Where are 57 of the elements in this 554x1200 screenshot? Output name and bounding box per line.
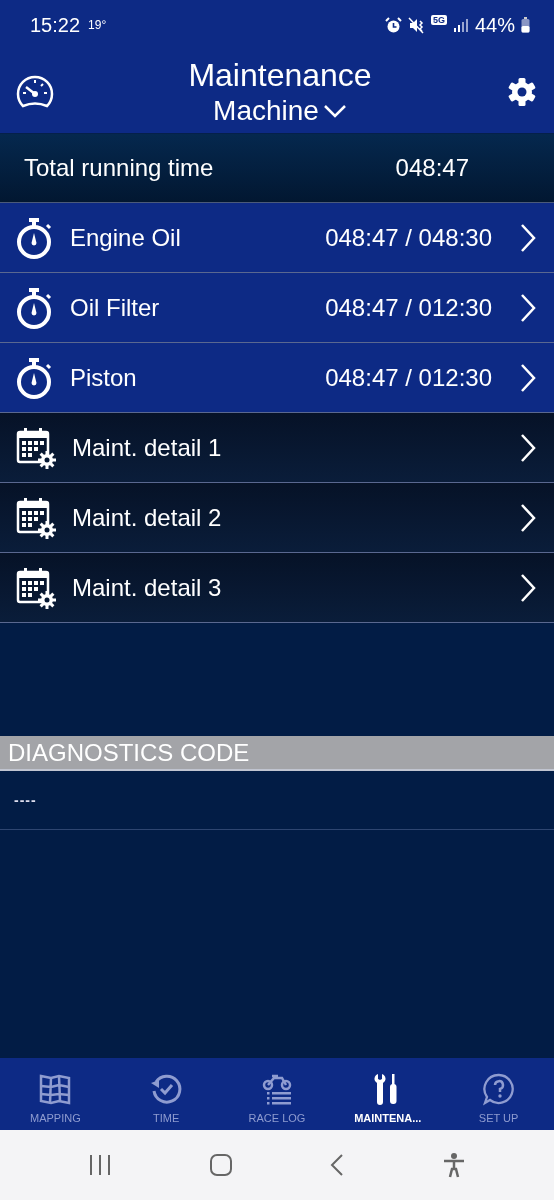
accessibility-icon[interactable]	[441, 1152, 466, 1178]
chevron-right-icon	[520, 222, 536, 253]
item-hours: 048:47 / 048:30	[325, 223, 492, 252]
battery-percent: 44%	[474, 13, 515, 37]
settings-icon[interactable]	[506, 75, 538, 108]
item-label: Engine Oil	[70, 223, 182, 252]
calendar-gear-icon	[16, 426, 56, 469]
battery-icon	[521, 17, 530, 33]
maintenance-row[interactable]: Maint. detail 1	[0, 413, 554, 483]
item-hours: 048:47 / 012:30	[325, 293, 492, 322]
chevron-right-icon	[520, 432, 536, 463]
screen-title: Maintenance	[188, 55, 372, 94]
nav-tab[interactable]: SET UP	[443, 1058, 554, 1130]
help-icon	[481, 1072, 516, 1106]
item-label: Piston	[70, 363, 138, 392]
mute-icon	[407, 16, 425, 34]
recent-apps-icon[interactable]	[88, 1153, 113, 1177]
nav-tab[interactable]: RACE LOG	[221, 1058, 333, 1130]
item-label: Maint. detail 3	[72, 573, 223, 602]
map-icon	[38, 1072, 73, 1106]
item-label: Oil Filter	[70, 293, 161, 322]
maintenance-row[interactable]: Maint. detail 3	[0, 553, 554, 623]
back-icon[interactable]	[329, 1153, 346, 1177]
chevron-right-icon	[520, 572, 536, 603]
diagnostics-code: ----	[14, 792, 37, 808]
item-hours: 048:47 / 012:30	[325, 363, 492, 392]
item-label: Maint. detail 2	[72, 503, 223, 532]
nav-tab[interactable]: TIME	[110, 1058, 222, 1130]
machine-dropdown[interactable]: Machine	[213, 93, 347, 128]
home-icon[interactable]	[208, 1153, 233, 1177]
nav-tab[interactable]: MAPPING	[0, 1058, 111, 1130]
chevron-right-icon	[520, 362, 536, 393]
clock-refresh-icon	[149, 1072, 184, 1106]
item-label: Maint. detail 1	[72, 433, 223, 462]
network-badge: 5G	[430, 15, 447, 25]
total-label: Total running time	[24, 154, 215, 182]
chevron-down-icon	[322, 103, 347, 118]
alarm-icon	[384, 16, 402, 34]
clock-time: 15:22	[30, 13, 81, 37]
chevron-right-icon	[520, 502, 536, 533]
chevron-right-icon	[520, 292, 536, 323]
nav-tab[interactable]: MAINTENA...	[332, 1058, 444, 1130]
signal-icon	[452, 17, 469, 33]
stopwatch-icon	[16, 355, 54, 400]
maintenance-row[interactable]: Piston 048:47 / 012:30	[0, 343, 554, 413]
maintenance-row[interactable]: Maint. detail 2	[0, 483, 554, 553]
speedometer-icon[interactable]	[16, 74, 54, 109]
maintenance-row[interactable]: Engine Oil 048:47 / 048:30	[0, 203, 554, 273]
calendar-gear-icon	[16, 566, 56, 609]
total-value: 048:47	[395, 154, 469, 182]
stopwatch-icon	[16, 285, 54, 330]
temperature: 19°	[88, 18, 107, 32]
maintenance-row[interactable]: Oil Filter 048:47 / 012:30	[0, 273, 554, 343]
calendar-gear-icon	[16, 496, 56, 539]
section-header: DIAGNOSTICS CODE	[0, 736, 554, 771]
stopwatch-icon	[16, 215, 54, 260]
motorbike-list-icon	[260, 1072, 294, 1106]
